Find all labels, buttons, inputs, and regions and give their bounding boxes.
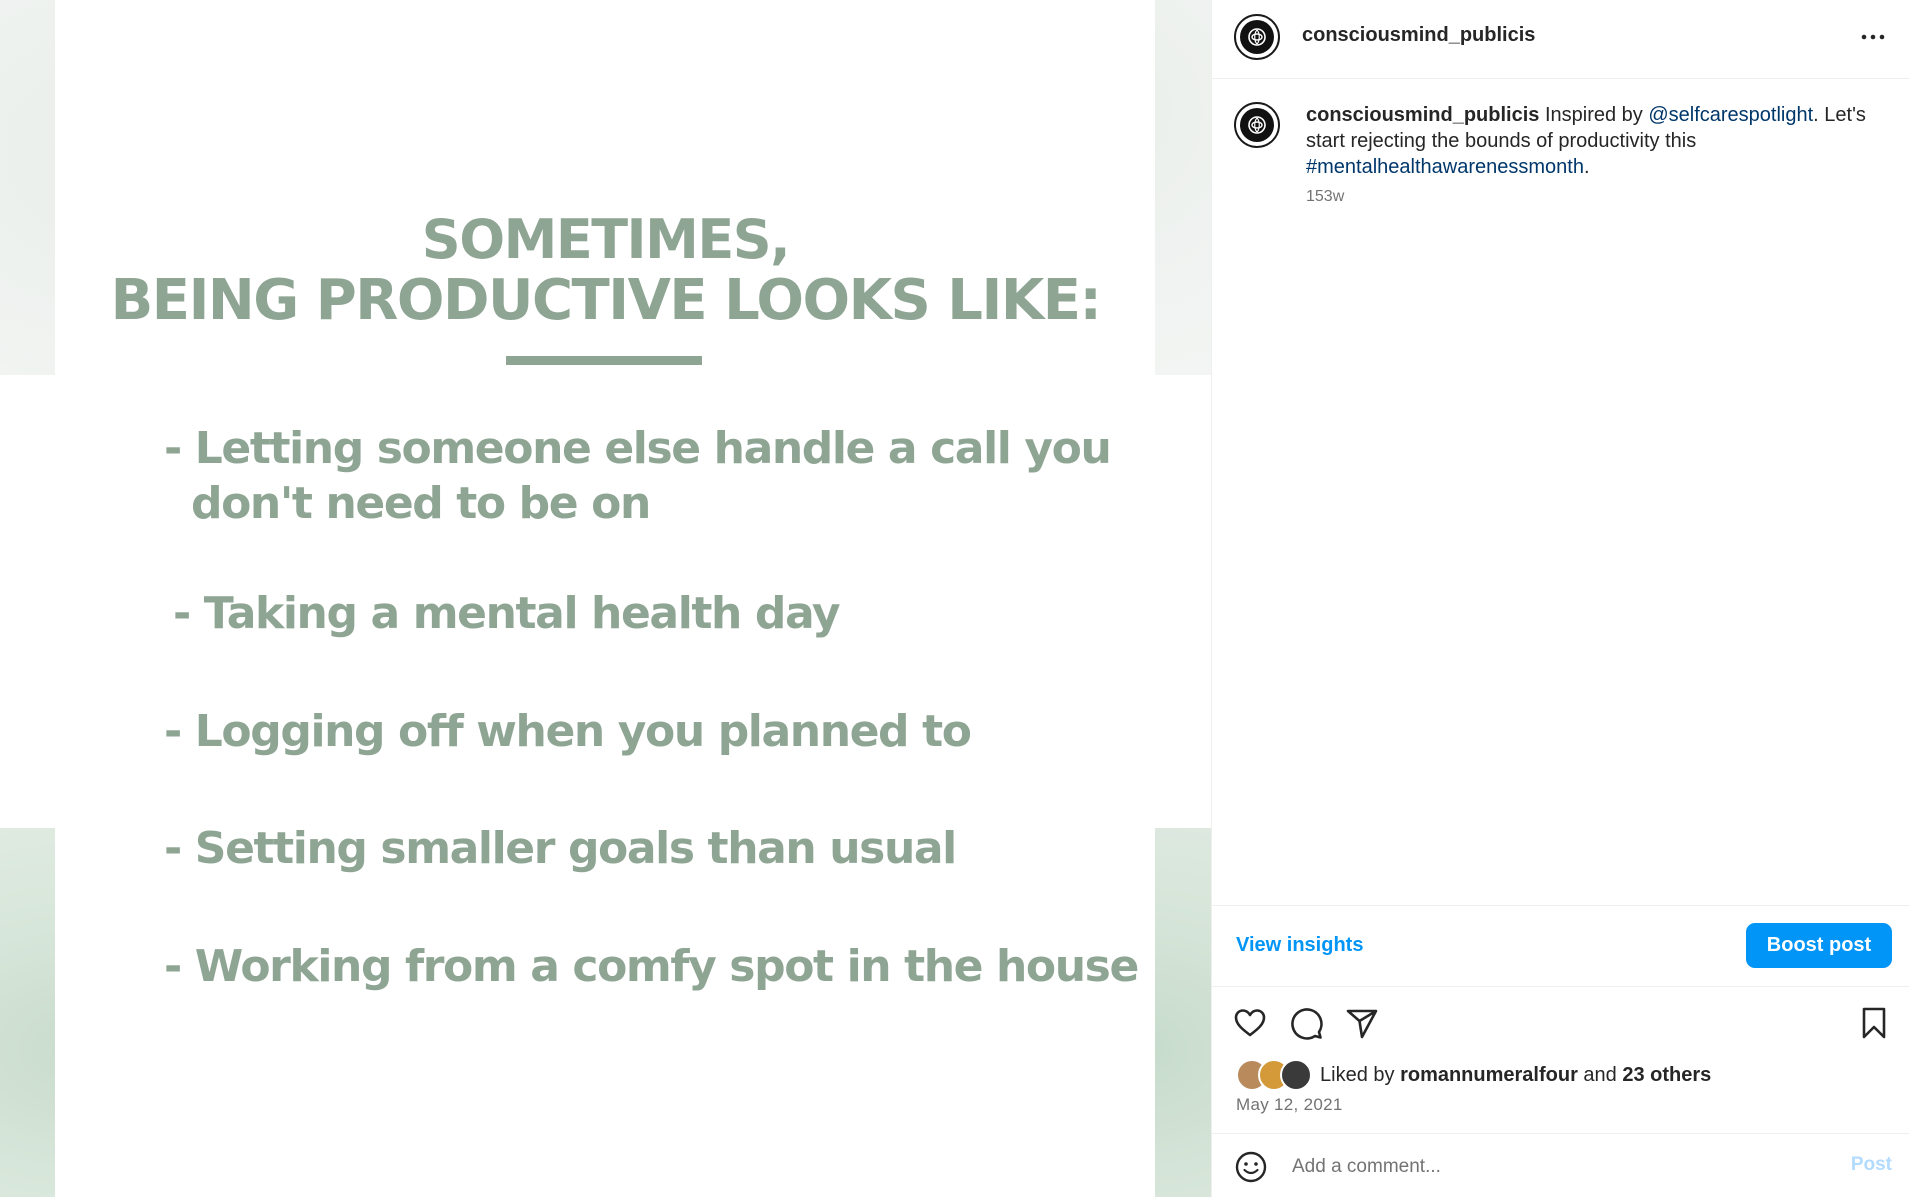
- view-insights-link[interactable]: View insights: [1236, 934, 1363, 957]
- caption-mention-link[interactable]: @selfcarespotlight: [1648, 104, 1813, 126]
- bookmark-icon[interactable]: [1856, 1005, 1892, 1041]
- avatar[interactable]: [1234, 14, 1280, 60]
- post-image: SOMETIMES, BEING PRODUCTIVE LOOKS LIKE: …: [0, 0, 1211, 1197]
- likes-prefix: Liked by: [1320, 1063, 1401, 1086]
- comment-row: Post: [1212, 1133, 1909, 1198]
- caption-username[interactable]: consciousmind_publicis: [1306, 104, 1539, 126]
- boost-post-button[interactable]: Boost post: [1746, 923, 1892, 968]
- share-icon[interactable]: [1344, 1005, 1380, 1041]
- caption-text: Inspired by: [1539, 104, 1649, 126]
- caption-timestamp[interactable]: 153w: [1306, 188, 1344, 206]
- insights-row: View insights Boost post: [1212, 905, 1909, 987]
- likes-others-link[interactable]: 23 others: [1622, 1064, 1711, 1086]
- comment-input[interactable]: [1290, 1148, 1814, 1186]
- caption-text: .: [1583, 156, 1590, 178]
- likes-text: Liked by romannumeralfour and 23 others: [1320, 1064, 1711, 1087]
- comment-icon[interactable]: [1288, 1005, 1324, 1041]
- post-sidebar: consciousmind_publicis consciousmind_pub…: [1211, 0, 1909, 1197]
- brand-logo-icon: [1240, 108, 1274, 142]
- likes-user-link[interactable]: romannumeralfour: [1400, 1064, 1578, 1086]
- more-horizontal-icon[interactable]: [1858, 22, 1888, 52]
- slide-bullet: - Setting smaller goals than usual: [164, 823, 957, 874]
- brand-logo-icon: [1240, 20, 1274, 54]
- post-date[interactable]: May 12, 2021: [1236, 1095, 1343, 1115]
- likes-middle: and: [1577, 1063, 1623, 1086]
- slide-bullet: - Working from a comfy spot in the house: [164, 941, 1139, 992]
- post-header: consciousmind_publicis: [1212, 0, 1909, 79]
- heart-icon[interactable]: [1232, 1005, 1268, 1041]
- caption-hashtag-link[interactable]: #mentalhealthawarenessmonth: [1306, 156, 1584, 178]
- slide-title-line: SOMETIMES,: [421, 208, 791, 271]
- emoji-icon[interactable]: [1234, 1150, 1268, 1184]
- slide-title-line: BEING PRODUCTIVE LOOKS LIKE:: [110, 268, 1102, 333]
- caption-avatar[interactable]: [1234, 102, 1280, 148]
- slide-bullet: - Logging off when you planned to: [164, 706, 972, 757]
- avatar[interactable]: [1280, 1059, 1312, 1091]
- title-underline: [506, 356, 702, 365]
- likes-summary: Liked by romannumeralfour and 23 others: [1236, 1059, 1711, 1091]
- slide-bullet: - Taking a mental health day: [173, 588, 841, 639]
- header-username[interactable]: consciousmind_publicis: [1302, 24, 1535, 47]
- post-caption: consciousmind_publicis Inspired by @self…: [1306, 102, 1886, 180]
- post-comment-button[interactable]: Post: [1851, 1154, 1892, 1176]
- slide-bullet-continuation: don't need to be on: [191, 478, 651, 529]
- slide-bullet: - Letting someone else handle a call you: [164, 423, 1112, 474]
